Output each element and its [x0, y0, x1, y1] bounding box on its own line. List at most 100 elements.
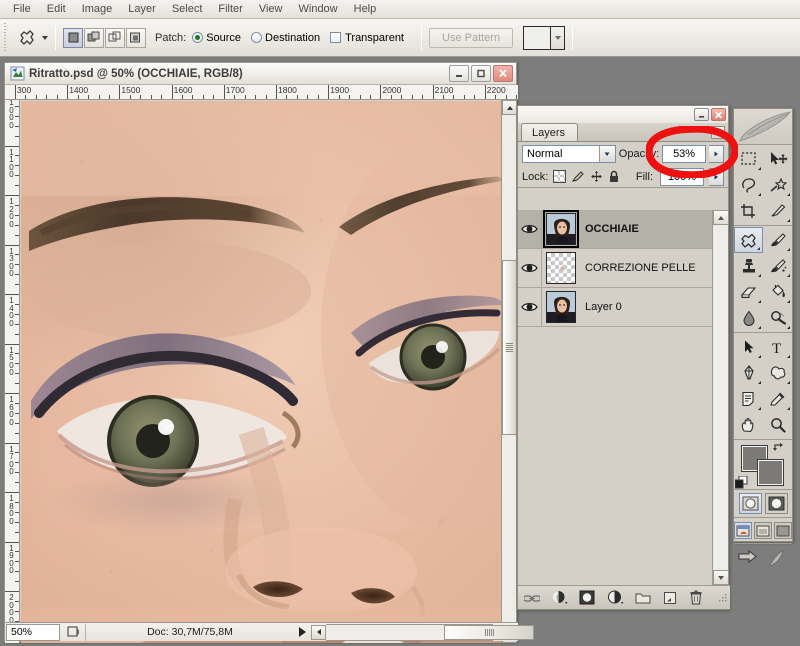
lock-image-icon[interactable] — [571, 170, 585, 183]
eyedropper-tool[interactable] — [763, 386, 792, 412]
tool-preset-chevron-down-icon[interactable] — [42, 35, 48, 40]
tab-layers[interactable]: Layers — [521, 123, 579, 141]
full-screen-menubar-mode-button[interactable] — [754, 522, 772, 539]
menu-item-image[interactable]: Image — [74, 1, 121, 17]
vertical-scroll-thumb[interactable] — [502, 260, 517, 435]
menu-item-file[interactable]: File — [5, 1, 39, 17]
layer-visibility-toggle[interactable] — [518, 287, 542, 327]
default-colors-icon[interactable] — [734, 475, 748, 492]
slice-tool[interactable] — [763, 198, 792, 224]
new-selection-button[interactable] — [63, 27, 83, 48]
pen-tool[interactable] — [734, 360, 763, 386]
crop-tool[interactable] — [734, 198, 763, 224]
zoom-level-field[interactable]: 50% — [6, 623, 60, 641]
standard-screen-mode-button[interactable] — [734, 522, 752, 539]
layers-scroll-up-button[interactable] — [713, 210, 729, 225]
layer-list[interactable]: OCCHIAIE CORREZIONE PELLE Layer 0 — [518, 210, 714, 585]
menu-item-filter[interactable]: Filter — [210, 1, 250, 17]
canvas-horizontal-scrollbar[interactable] — [311, 623, 534, 641]
standard-mode-button[interactable] — [738, 493, 762, 514]
layer-visibility-toggle[interactable] — [518, 248, 542, 288]
subtract-from-selection-button[interactable] — [105, 27, 125, 48]
new-layer-icon[interactable] — [663, 591, 678, 605]
transparent-checkbox[interactable]: Transparent — [330, 32, 404, 44]
patch-tool-icon[interactable] — [14, 25, 40, 51]
pattern-swatch-picker[interactable] — [523, 25, 566, 50]
menu-item-select[interactable]: Select — [164, 1, 211, 17]
full-screen-mode-button[interactable] — [774, 522, 792, 539]
table-row[interactable]: OCCHIAIE — [518, 210, 714, 249]
table-row[interactable]: CORREZIONE PELLE — [518, 248, 714, 288]
marquee-tool[interactable] — [734, 146, 763, 172]
history-brush-tool[interactable] — [763, 253, 792, 279]
move-tool[interactable] — [763, 146, 792, 172]
layers-scroll-down-button[interactable] — [713, 570, 729, 585]
menu-item-help[interactable]: Help — [346, 1, 385, 17]
blur-tool[interactable] — [734, 305, 763, 331]
table-row[interactable]: Layer 0 — [518, 287, 714, 327]
custom-shape-tool[interactable] — [763, 360, 792, 386]
layers-resize-grip[interactable] — [719, 593, 727, 602]
document-minimize-button[interactable] — [449, 65, 469, 82]
layers-panel-menu-button[interactable] — [711, 126, 725, 139]
fill-slider-button[interactable] — [709, 167, 724, 186]
blend-mode-select[interactable]: Normal — [522, 145, 616, 163]
options-bar-grip[interactable] — [2, 22, 11, 53]
layer-thumbnail[interactable] — [546, 291, 576, 323]
document-restore-button[interactable] — [471, 65, 491, 82]
opacity-value-field[interactable]: 53% — [662, 145, 707, 163]
layer-style-icon[interactable]: f — [551, 590, 568, 605]
type-tool[interactable]: T — [763, 334, 792, 360]
layer-visibility-toggle[interactable] — [518, 210, 542, 249]
eraser-tool[interactable] — [734, 279, 763, 305]
opacity-slider-button[interactable] — [709, 145, 724, 163]
vertical-ruler[interactable]: 1000 1100 1200 1300 1400 1500 1600 1700 1800 1900… — [5, 100, 20, 643]
intersect-selection-button[interactable] — [126, 27, 146, 48]
lock-all-icon[interactable] — [608, 170, 620, 183]
document-title-bar[interactable]: Ritratto.psd @ 50% (OCCHIAIE, RGB/8) — [5, 63, 516, 85]
layer-thumbnail[interactable] — [546, 252, 576, 284]
link-layers-icon[interactable] — [524, 592, 540, 604]
paint-bucket-tool[interactable] — [763, 279, 792, 305]
lock-position-icon[interactable] — [590, 170, 603, 183]
fill-value-field[interactable]: 100% — [660, 167, 704, 186]
layers-panel-minimize-button[interactable] — [694, 108, 709, 121]
menu-item-view[interactable]: View — [251, 1, 291, 17]
status-menu-triangle-icon[interactable] — [299, 627, 306, 637]
jump-to-imageready[interactable] — [734, 544, 792, 574]
document-close-button[interactable] — [493, 65, 513, 82]
lasso-tool[interactable] — [734, 172, 763, 198]
use-pattern-button[interactable]: Use Pattern — [429, 27, 514, 48]
new-group-icon[interactable] — [635, 591, 652, 605]
layer-mask-icon[interactable] — [579, 590, 596, 605]
layer-name[interactable]: CORREZIONE PELLE — [585, 262, 696, 274]
delete-layer-icon[interactable] — [689, 590, 703, 605]
source-radio[interactable]: Source — [192, 32, 241, 44]
add-to-selection-button[interactable] — [84, 27, 104, 48]
lock-transparency-icon[interactable] — [553, 170, 567, 183]
path-selection-tool[interactable] — [734, 334, 763, 360]
menu-item-window[interactable]: Window — [291, 1, 346, 17]
layers-vertical-scrollbar[interactable] — [712, 210, 729, 585]
clone-stamp-tool[interactable] — [734, 253, 763, 279]
preview-proxy-icon[interactable] — [60, 623, 86, 641]
magic-wand-tool[interactable] — [763, 172, 792, 198]
layer-thumbnail[interactable] — [543, 210, 579, 248]
menu-item-edit[interactable]: Edit — [39, 1, 74, 17]
swap-colors-icon[interactable] — [772, 441, 786, 457]
menu-item-layer[interactable]: Layer — [120, 1, 164, 17]
zoom-tool[interactable] — [763, 412, 792, 438]
adjustment-layer-icon[interactable] — [607, 590, 624, 605]
pattern-chevron-down-icon[interactable] — [550, 26, 565, 49]
layers-panel-close-button[interactable] — [711, 108, 726, 121]
hand-tool[interactable] — [734, 412, 763, 438]
blend-mode-chevron-down-icon[interactable] — [598, 146, 615, 162]
horizontal-scroll-thumb[interactable] — [444, 624, 534, 640]
layer-name[interactable]: OCCHIAIE — [585, 223, 639, 235]
layer-name[interactable]: Layer 0 — [585, 301, 622, 313]
brush-tool[interactable] — [763, 227, 792, 253]
horizontal-ruler[interactable]: 300 1400 1500 1600 1700 1800 1900 2000 2100 2200 — [5, 85, 518, 100]
image-canvas[interactable] — [21, 101, 502, 643]
patch-tool[interactable] — [734, 227, 763, 253]
scroll-left-button[interactable] — [311, 624, 326, 640]
